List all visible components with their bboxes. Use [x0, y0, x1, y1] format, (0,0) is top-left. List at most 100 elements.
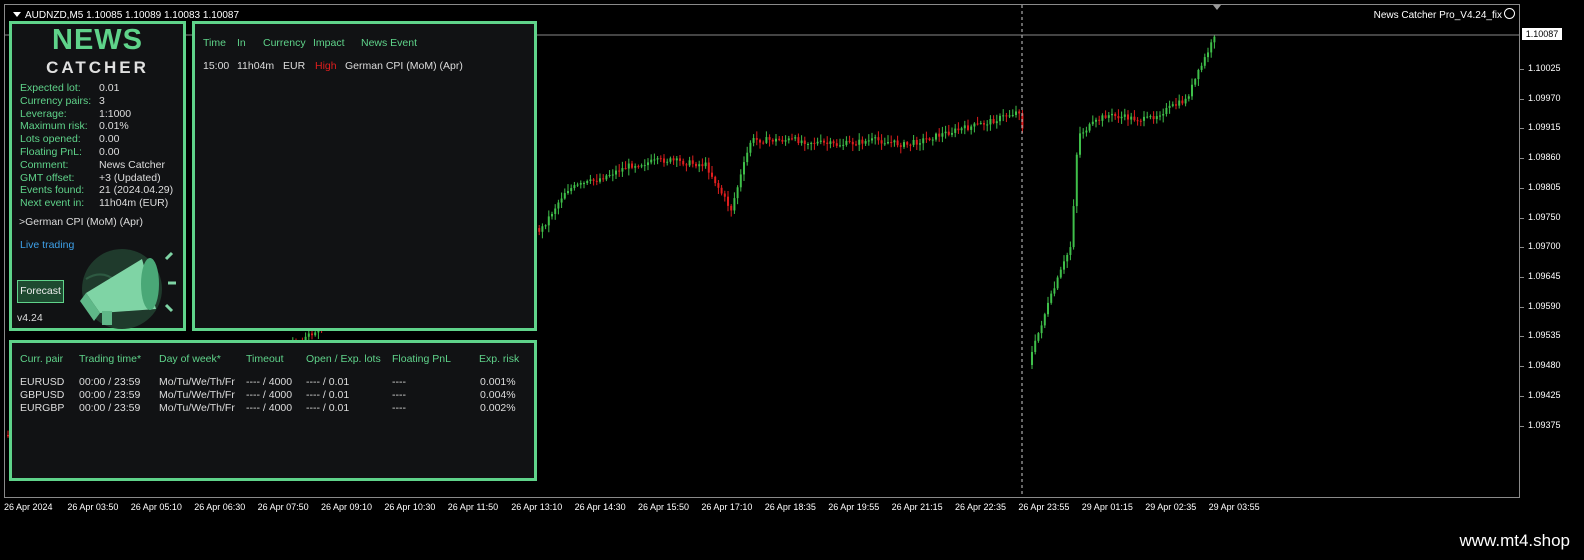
candle-body [679, 158, 681, 161]
events-header-news-event: News Event [361, 37, 418, 49]
candle-body [1011, 114, 1014, 116]
time-label: 26 Apr 22:35 [955, 502, 1007, 512]
event-time: 15:00 [203, 60, 230, 72]
candle-body [880, 140, 883, 144]
candle-body [826, 142, 829, 144]
info-row-value: 1:1000 [99, 107, 132, 120]
pairs-cell: ---- [392, 376, 406, 388]
candle-body [1088, 124, 1091, 131]
candle-body [720, 187, 723, 194]
candle-body [1149, 116, 1152, 118]
candle-body [595, 180, 598, 182]
time-label: 26 Apr 21:15 [891, 502, 943, 512]
candle-body [1155, 116, 1158, 120]
candle-body [877, 137, 880, 141]
candle-body [912, 140, 915, 145]
candle-body [1008, 115, 1011, 117]
logo-news: NEWS [52, 24, 143, 56]
candle-body [631, 163, 633, 168]
event-currency: EUR [283, 60, 306, 72]
candle-body [835, 143, 838, 146]
pairs-header-4: Open / Exp. lots [306, 353, 381, 365]
candle-body [842, 144, 845, 146]
candle-body [579, 183, 582, 185]
candle-body [823, 140, 825, 143]
watermark: www.mt4.shop [1459, 531, 1570, 550]
candle-body [1002, 115, 1005, 117]
candle-body [1120, 116, 1123, 119]
info-row-value: 3 [99, 94, 105, 107]
price-label: 1.09750 [1528, 211, 1561, 222]
candle-body [736, 187, 739, 199]
time-label: 26 Apr 07:50 [257, 502, 309, 512]
candle-body [563, 193, 566, 199]
time-label: 29 Apr 01:15 [1081, 502, 1133, 512]
candle-body [714, 176, 717, 184]
candle-body [688, 160, 691, 166]
candle-body [640, 165, 643, 167]
candle-body [1143, 116, 1145, 121]
candle-body [851, 141, 854, 145]
candle-body [762, 142, 765, 144]
info-row-value: +3 (Updated) [99, 171, 161, 184]
candle-body [547, 216, 550, 226]
pairs-cell: 0.002% [480, 402, 516, 414]
price-scale[interactable]: 1.10087 1.10025 1.09970 1.09915 1.09860 1.09… [1520, 0, 1584, 498]
candle-body [733, 198, 736, 211]
info-row-value: 0.00 [99, 133, 120, 146]
time-label: 29 Apr 03:55 [1208, 502, 1260, 512]
expert-advisor-name: News Catcher Pro_V4.24_fix [1373, 10, 1502, 21]
price-tick [1520, 217, 1524, 219]
expert-advisor-label[interactable]: News Catcher Pro_V4.24_fix [1374, 8, 1515, 21]
candle-body [915, 140, 918, 145]
candle-body [893, 140, 896, 143]
logo-catcher: CATCHER [46, 58, 149, 77]
pairs-cell: 0.004% [480, 389, 516, 401]
candle-body [951, 132, 953, 135]
time-label: 26 Apr 06:30 [194, 502, 246, 512]
candle-body [1152, 116, 1155, 120]
candle-body [1117, 116, 1120, 119]
candle-body [1146, 116, 1149, 118]
candle-body [1130, 116, 1133, 120]
time-label: 26 Apr 05:10 [130, 502, 182, 512]
time-label: 26 Apr 13:10 [511, 502, 563, 512]
time-scale[interactable]: 26 Apr 2024 26 Apr 03:50 26 Apr 05:10 26 Ap… [0, 498, 1520, 518]
candle-body [570, 188, 573, 192]
symbol-title[interactable]: AUDNZD,M5 1.10085 1.10089 1.10083 1.1008… [13, 10, 239, 21]
candle-body [1082, 132, 1085, 134]
candle-body [1043, 314, 1046, 326]
price-tick [1520, 336, 1524, 338]
pairs-header-6: Exp. risk [479, 353, 520, 365]
candle-body [976, 123, 979, 125]
time-label: 26 Apr 23:55 [1018, 502, 1070, 512]
candle-body [1123, 114, 1126, 117]
info-row-key: Maximum risk: [20, 120, 88, 133]
info-panel: NEWS CATCHER Expected lot: 0.01 Currency p… [9, 21, 186, 331]
candle-body [615, 170, 617, 175]
candle-body [627, 163, 630, 169]
events-header-impact: Impact [313, 37, 345, 49]
price-tick [1520, 98, 1524, 100]
candle-body [861, 139, 864, 144]
candle-body [1059, 269, 1062, 278]
candle-body [768, 137, 771, 140]
candle-body [800, 140, 803, 144]
candle-body [583, 183, 585, 185]
pairs-panel: Curr. pair Trading time* Day of week* Timeo… [9, 340, 537, 481]
candle-body [839, 145, 841, 147]
price-label: 1.09375 [1528, 419, 1561, 430]
forecast-button[interactable]: Forecast [17, 280, 64, 303]
chart-shift-marker-icon[interactable] [1213, 5, 1221, 10]
candle-body [829, 141, 832, 144]
pairs-cell: ---- [392, 389, 406, 401]
price-tick [1520, 276, 1524, 278]
candle-body [858, 139, 861, 145]
price-tick [1520, 187, 1524, 189]
candle-body [1072, 206, 1075, 248]
candle-body [589, 179, 592, 181]
candle-body [1066, 254, 1069, 262]
candle-body [592, 179, 595, 181]
price-tick [1520, 366, 1524, 368]
candle-body [874, 137, 877, 139]
